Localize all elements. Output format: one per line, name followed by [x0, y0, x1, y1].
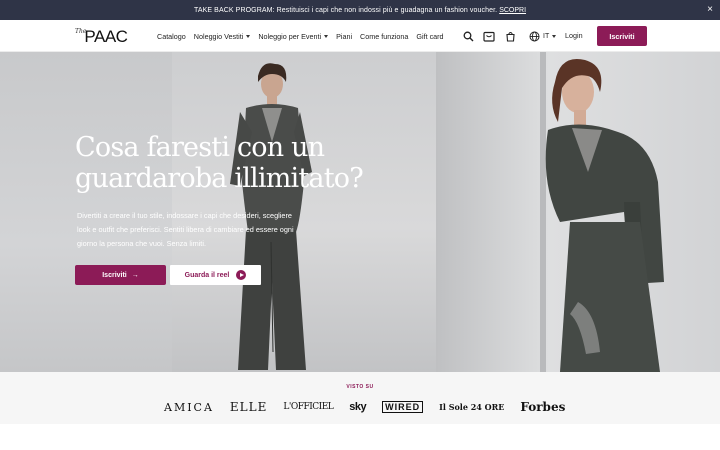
main-navigation: The PAAC Catalogo Noleggio Vestiti Noleg… [0, 20, 720, 52]
language-selector[interactable]: IT [529, 31, 557, 42]
press-logo-amica: AMICA [164, 400, 214, 414]
menu-label: Noleggio per Eventi [258, 31, 322, 41]
chevron-down-icon [246, 34, 251, 38]
hero-title-line: guardaroba illimitato? [75, 163, 364, 194]
wardrobe-box-icon[interactable] [479, 26, 499, 46]
menu-item-piani[interactable]: Piani [336, 32, 352, 41]
menu-item-noleggio-eventi[interactable]: Noleggio per Eventi [258, 31, 329, 41]
header-tools: IT [458, 20, 557, 52]
press-logos: AMICA ELLE L'OFFICIEL sky WIRED Il Sole … [164, 400, 581, 414]
menu-item-come-funziona[interactable]: Come funziona [360, 32, 408, 41]
press-label: VISTO SU [346, 384, 374, 390]
logo-the: The [75, 28, 87, 35]
menu-item-catalogo[interactable]: Catalogo [157, 32, 186, 41]
arrow-right-icon: → [131, 271, 139, 279]
logo-word: PAAC [84, 27, 128, 46]
menu-item-noleggio-vestiti[interactable]: Noleggio Vestiti [194, 32, 251, 41]
globe-icon [529, 31, 540, 41]
press-logo-sky: sky [349, 401, 367, 413]
announcement-text: TAKE BACK PROGRAM: Restituisci i capi ch… [193, 6, 498, 14]
shopping-bag-icon[interactable] [500, 26, 520, 46]
hero-signup-button[interactable]: Iscriviti → [75, 265, 166, 285]
menu-label: Come funziona [360, 31, 409, 41]
hero-subtitle-line: Divertiti a creare il tuo stile, indossa… [77, 211, 292, 220]
signup-button[interactable]: Iscriviti [597, 26, 647, 46]
press-logo-wired: WIRED [382, 401, 424, 413]
chevron-down-icon [324, 34, 329, 38]
chevron-down-icon [552, 34, 557, 38]
press-logo-elle: ELLE [229, 400, 268, 414]
login-link[interactable]: Login [565, 31, 583, 40]
logo[interactable]: The PAAC [75, 25, 128, 47]
play-icon [236, 270, 247, 280]
press-logo-lofficiel: L'OFFICIEL [283, 402, 334, 412]
close-icon[interactable]: × [707, 3, 713, 17]
hero-title: Cosa faresti con un guardaroba illimitat… [75, 132, 375, 194]
hero-section: Cosa faresti con un guardaroba illimitat… [0, 52, 720, 372]
hero-signup-label: Iscriviti [102, 271, 127, 279]
menu-label: Noleggio Vestiti [193, 31, 244, 41]
menu: Catalogo Noleggio Vestiti Noleggio per E… [157, 20, 452, 52]
press-strip: VISTO SU AMICA ELLE L'OFFICIEL sky WIRED… [0, 372, 720, 424]
menu-label: Catalogo [157, 31, 186, 41]
language-label: IT [543, 32, 550, 40]
announcement-link[interactable]: SCOPRI [499, 7, 526, 14]
press-logo-forbes: Forbes [520, 400, 566, 414]
menu-label: Gift card [416, 31, 444, 41]
menu-label: Piani [336, 31, 353, 41]
hero-subtitle-line: look e outfit che preferisci. Sentiti li… [77, 225, 294, 234]
hero-title-line: Cosa faresti con un [75, 132, 325, 163]
announcement-bar: TAKE BACK PROGRAM: Restituisci i capi ch… [0, 0, 720, 20]
search-icon[interactable] [458, 26, 478, 46]
menu-item-gift-card[interactable]: Gift card [416, 32, 443, 41]
model-leaning-figure [545, 58, 664, 372]
watch-reel-button[interactable]: Guarda il reel [170, 265, 261, 285]
hero-subtitle: Divertiti a creare il tuo stile, indossa… [77, 209, 327, 251]
hero-subtitle-line: giorno la persona che vuoi. Senza limiti… [77, 239, 206, 248]
press-logo-sole24ore: Il Sole 24 ORE [439, 402, 505, 412]
watch-reel-label: Guarda il reel [184, 271, 230, 279]
